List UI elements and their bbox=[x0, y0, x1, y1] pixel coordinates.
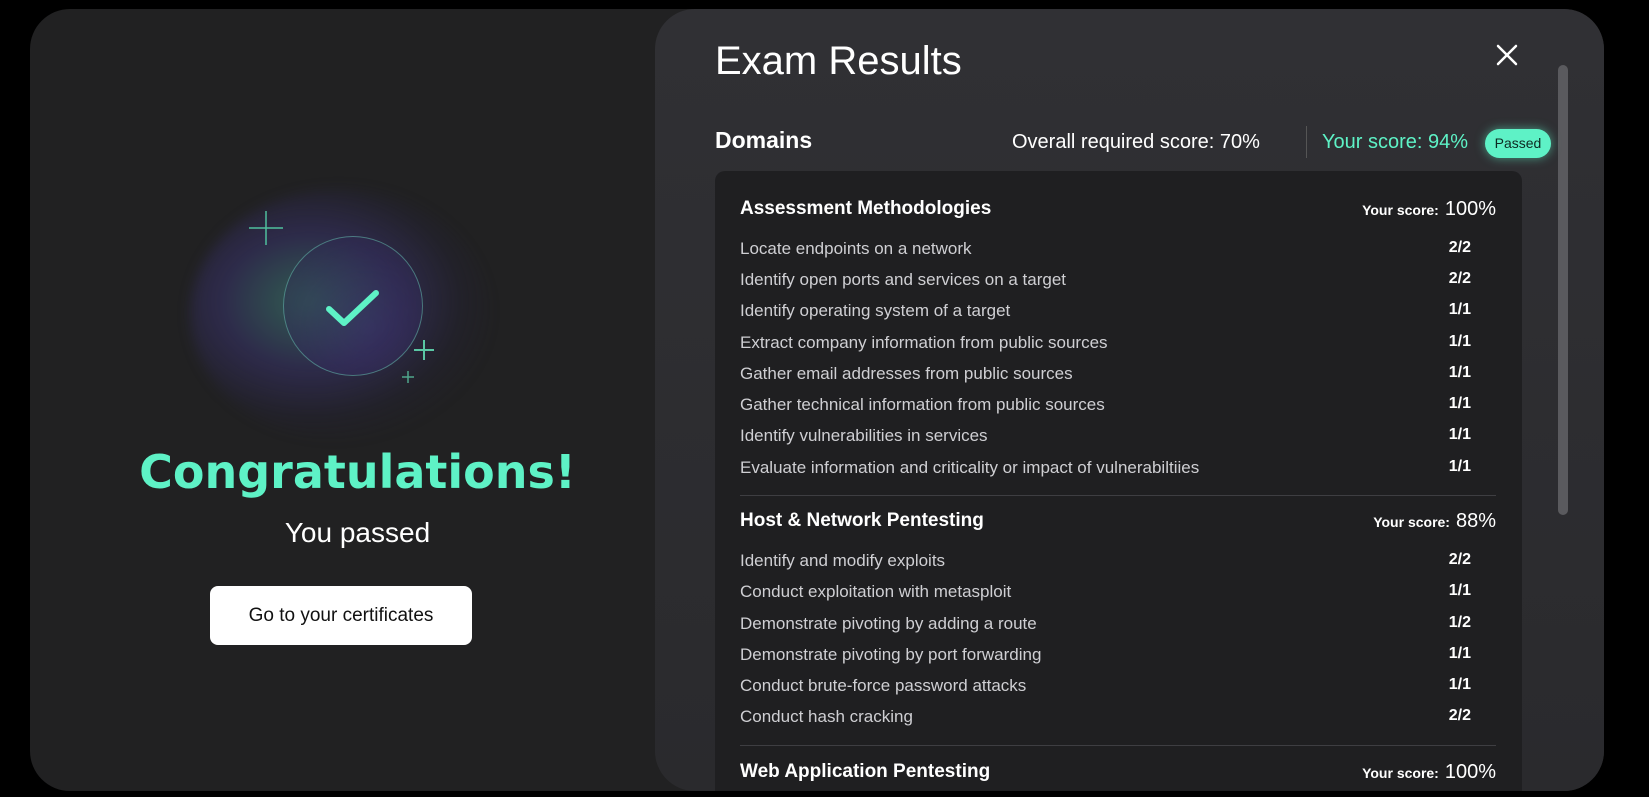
domain-score-value: 100% bbox=[1444, 198, 1496, 220]
section-divider bbox=[740, 745, 1496, 746]
list-item: Demonstrate pivoting by adding a route 1/… bbox=[740, 614, 1471, 645]
list-item: Identify and modify exploits 2/2 bbox=[740, 551, 1471, 582]
domain-name: Assessment Methodologies bbox=[740, 198, 992, 219]
exam-results-modal: Congratulations! You passed Go to your c… bbox=[30, 9, 1604, 791]
domain-score: Your score: 100% bbox=[1362, 761, 1496, 784]
item-score: 2/2 bbox=[1448, 270, 1471, 287]
domain-score: Your score: 100% bbox=[1362, 198, 1496, 221]
list-item: Identify vulnerabilities in services 1/1 bbox=[740, 426, 1471, 457]
close-icon[interactable] bbox=[1493, 41, 1521, 69]
item-label: Gather technical information from public… bbox=[740, 395, 1105, 414]
item-label: Identify vulnerabilities in services bbox=[740, 426, 988, 445]
item-score: 1/1 bbox=[1448, 676, 1471, 693]
item-score: 1/1 bbox=[1448, 364, 1471, 381]
domain-score-label: Your score: bbox=[1362, 202, 1439, 218]
status-badge: Passed bbox=[1485, 129, 1551, 158]
section-divider bbox=[740, 495, 1496, 496]
list-item: Gather technical information from public… bbox=[740, 395, 1471, 426]
item-score: 1/1 bbox=[1448, 333, 1471, 350]
list-item: Extract company information from public … bbox=[740, 333, 1471, 364]
domain-score-value: 100% bbox=[1444, 761, 1496, 783]
domain-score-label: Your score: bbox=[1362, 765, 1439, 781]
passed-subheading: You passed bbox=[284, 517, 431, 548]
list-item: Evaluate information and criticality or … bbox=[740, 458, 1471, 489]
item-score: 2/2 bbox=[1448, 551, 1471, 568]
item-label: Demonstrate pivoting by port forwarding bbox=[740, 645, 1042, 664]
list-item: Demonstrate pivoting by port forwarding 1… bbox=[740, 645, 1471, 676]
list-item: Locate endpoints on a network 2/2 bbox=[740, 239, 1471, 270]
list-item: Conduct hash cracking 2/2 bbox=[740, 707, 1471, 738]
go-to-certificates-button[interactable]: Go to your certificates bbox=[210, 586, 472, 645]
domain-name: Web Application Pentesting bbox=[740, 761, 991, 782]
item-score: 2/2 bbox=[1448, 239, 1471, 256]
domain-score: Your score: 88% bbox=[1373, 510, 1496, 533]
domains-list: Assessment Methodologies Your score: 100%… bbox=[715, 171, 1522, 791]
sparkle-icon bbox=[249, 211, 283, 245]
item-label: Identify and modify exploits bbox=[740, 551, 946, 570]
domain-name: Host & Network Pentesting bbox=[740, 510, 984, 531]
item-label: Demonstrate pivoting by adding a route bbox=[740, 614, 1037, 633]
sparkle-icon bbox=[414, 340, 434, 360]
required-score: Overall required score: 70% bbox=[1012, 131, 1260, 153]
list-item: Conduct brute-force password attacks 1/1 bbox=[740, 676, 1471, 707]
scrollbar[interactable] bbox=[1558, 65, 1568, 515]
item-score: 1/1 bbox=[1448, 426, 1471, 443]
item-label: Evaluate information and criticality or … bbox=[740, 458, 1200, 477]
item-label: Identify operating system of a target bbox=[740, 301, 1011, 320]
item-label: Conduct brute-force password attacks bbox=[740, 676, 1027, 695]
item-label: Conduct hash cracking bbox=[740, 707, 913, 726]
exam-results-panel: Exam Results Domains Overall required sc… bbox=[655, 9, 1604, 791]
item-label: Conduct exploitation with metasploit bbox=[740, 582, 1012, 601]
item-score: 1/2 bbox=[1448, 614, 1471, 631]
item-score: 1/1 bbox=[1448, 395, 1471, 412]
list-item: Identify open ports and services on a ta… bbox=[740, 270, 1471, 301]
list-item: Conduct exploitation with metasploit 1/1 bbox=[740, 582, 1471, 613]
item-score: 2/2 bbox=[1448, 707, 1471, 724]
list-item: Gather email addresses from public sourc… bbox=[740, 364, 1471, 395]
item-label: Locate endpoints on a network bbox=[740, 239, 972, 258]
domain-score-label: Your score: bbox=[1373, 514, 1450, 530]
domain-score-value: 88% bbox=[1455, 510, 1496, 532]
congratulations-heading: Congratulations! bbox=[139, 445, 576, 499]
result-summary-panel: Congratulations! You passed Go to your c… bbox=[30, 9, 685, 791]
item-score: 1/1 bbox=[1448, 645, 1471, 662]
overall-score: Your score: 94% bbox=[1322, 131, 1469, 153]
item-label: Gather email addresses from public sourc… bbox=[740, 364, 1073, 383]
item-score: 1/1 bbox=[1448, 458, 1471, 475]
domains-heading: Domains bbox=[715, 127, 813, 153]
item-score: 1/1 bbox=[1448, 301, 1471, 318]
divider bbox=[1306, 126, 1307, 158]
list-item: Identify operating system of a target 1/1 bbox=[740, 301, 1471, 332]
item-score: 1/1 bbox=[1448, 582, 1471, 599]
sparkle-icon bbox=[402, 371, 414, 383]
page-title: Exam Results bbox=[715, 39, 962, 83]
item-label: Extract company information from public … bbox=[740, 333, 1108, 352]
checkmark-icon bbox=[326, 290, 379, 326]
item-label: Identify open ports and services on a ta… bbox=[740, 270, 1067, 289]
